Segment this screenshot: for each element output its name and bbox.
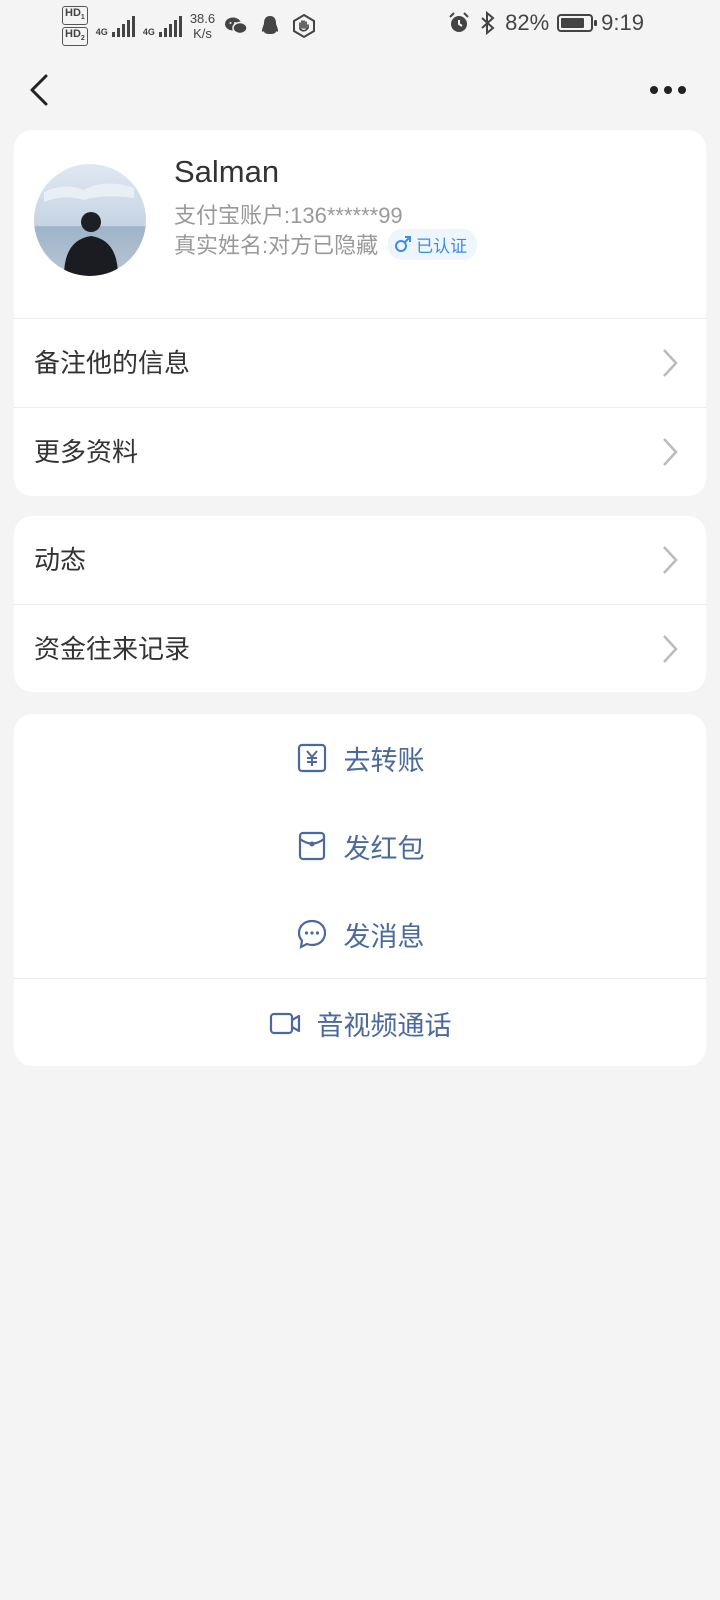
battery-percent: 82%	[505, 10, 550, 35]
real-name-row: 真实姓名:对方已隐藏 已认证	[174, 228, 478, 260]
send-message-label: 发消息	[343, 921, 425, 952]
speed-unit: K/s	[193, 26, 212, 42]
male-icon	[395, 236, 412, 252]
nav-bar	[0, 60, 720, 120]
chevron-left-icon[interactable]	[24, 68, 64, 112]
menu-item-moments[interactable]: 动态	[14, 516, 706, 605]
network-type-label: 4G	[95, 27, 108, 38]
profile-card: Salman 支付宝账户:136******99 真实姓名:对方已隐藏 已认证 …	[14, 130, 706, 496]
send-message-button[interactable]: 发消息	[14, 890, 706, 978]
alarm-icon	[449, 12, 469, 32]
status-left: HD1 HD2 4G 4G 38.6 K/s	[62, 6, 317, 47]
transfer-label: 去转账	[343, 745, 425, 776]
hd-badge-2: HD2	[62, 27, 88, 47]
alipay-account: 支付宝账户:136******99	[174, 203, 403, 228]
hand-shield-icon	[293, 14, 316, 39]
menu-item-label: 备注他的信息	[34, 348, 191, 378]
menu-item-fund-records[interactable]: 资金往来记录	[14, 605, 706, 692]
avatar[interactable]	[34, 164, 146, 276]
status-bar: HD1 HD2 4G 4G 38.6 K/s 82% 9:19	[0, 0, 720, 50]
network-type-label-2: 4G	[142, 27, 155, 38]
activity-card: 动态 资金往来记录	[14, 516, 706, 692]
chevron-right-icon	[663, 438, 678, 466]
red-packet-icon	[298, 831, 325, 861]
verified-label: 已认证	[416, 236, 468, 256]
chevron-right-icon	[663, 546, 678, 574]
menu-item-remark[interactable]: 备注他的信息	[14, 319, 706, 408]
red-packet-button[interactable]: 发红包	[14, 802, 706, 890]
hd-indicators: HD1 HD2	[62, 6, 88, 47]
status-right: 82% 9:19	[447, 10, 644, 36]
profile-name: Salman	[174, 154, 280, 189]
signal-icon: 4G	[95, 15, 135, 38]
transfer-button[interactable]: 去转账	[14, 714, 706, 802]
profile-header: Salman 支付宝账户:136******99 真实姓名:对方已隐藏 已认证	[14, 130, 706, 319]
message-bubble-icon	[297, 919, 326, 949]
bluetooth-icon	[481, 11, 495, 35]
video-call-label: 音视频通话	[316, 1010, 452, 1041]
menu-item-label: 资金往来记录	[34, 634, 191, 664]
menu-item-label: 动态	[34, 545, 87, 575]
video-camera-icon	[269, 1012, 300, 1035]
more-dots-icon[interactable]	[646, 70, 690, 110]
wechat-icon	[225, 17, 248, 35]
qq-icon	[262, 16, 279, 35]
transfer-icon	[297, 743, 326, 773]
menu-item-label: 更多资料	[34, 437, 139, 467]
verified-badge: 已认证	[388, 228, 478, 260]
hd-badge-1: HD1	[62, 6, 88, 26]
speed-value: 38.6	[189, 11, 216, 27]
chevron-right-icon	[663, 349, 678, 377]
signal-icon-2: 4G	[142, 15, 182, 38]
clock: 9:19	[601, 10, 644, 35]
red-packet-label: 发红包	[343, 833, 425, 864]
menu-item-more-info[interactable]: 更多资料	[14, 408, 706, 496]
network-speed: 38.6 K/s	[190, 11, 215, 41]
chevron-right-icon	[663, 635, 678, 663]
actions-card: 去转账 发红包 发消息 音视频通话	[14, 714, 706, 1066]
real-name: 真实姓名:对方已隐藏	[174, 233, 379, 258]
battery-icon	[557, 14, 598, 32]
video-call-button[interactable]: 音视频通话	[14, 978, 706, 1066]
